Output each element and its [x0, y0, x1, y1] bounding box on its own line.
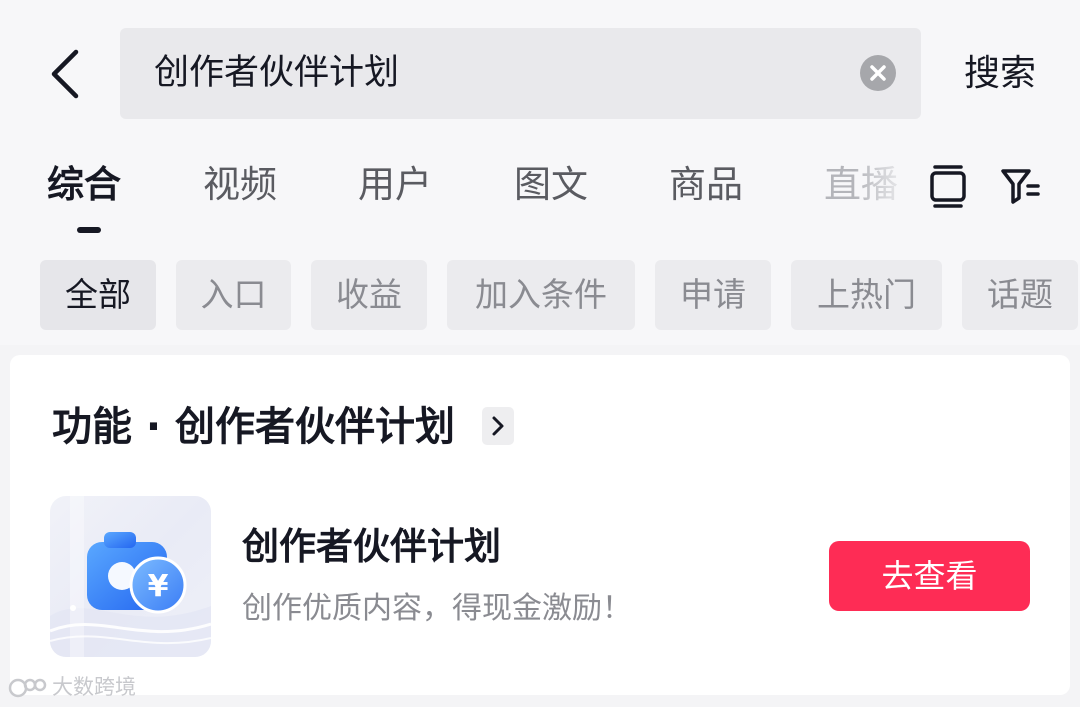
chip-join-requirements[interactable]: 加入条件 — [447, 260, 635, 330]
chevron-right-icon — [492, 416, 504, 436]
chip-apply[interactable]: 申请 — [655, 260, 771, 330]
back-button[interactable] — [40, 44, 96, 104]
layout-toggle-button[interactable] — [926, 162, 970, 210]
section-more-button[interactable] — [482, 407, 514, 445]
chip-topics[interactable]: 话题 — [962, 260, 1078, 330]
search-box[interactable] — [120, 28, 921, 119]
close-icon — [870, 65, 886, 81]
search-input[interactable] — [154, 28, 834, 119]
tab-image-text[interactable]: 图文 — [514, 158, 588, 212]
section-title[interactable]: 功能 · 创作者伙伴计划 — [52, 399, 455, 455]
chip-all[interactable]: 全部 — [40, 260, 156, 330]
clear-search-button[interactable] — [860, 55, 896, 91]
creator-program-app-icon[interactable]: ¥ — [50, 496, 211, 657]
item-name[interactable]: 创作者伙伴计划 — [242, 521, 501, 573]
tab-videos[interactable]: 视频 — [203, 158, 277, 212]
result-tabs: 综合 视频 用户 图文 商品 直播 — [0, 135, 1080, 245]
chevron-left-icon — [51, 49, 79, 99]
search-header: 搜索 — [0, 0, 1080, 135]
search-submit-button[interactable]: 搜索 — [950, 44, 1050, 104]
filter-chips: 全部 入口 收益 加入条件 申请 上热门 话题 — [0, 245, 1080, 345]
view-button[interactable]: 去查看 — [829, 541, 1030, 611]
watermark-text: 大数跨境 — [52, 675, 136, 699]
svg-text:¥: ¥ — [148, 569, 169, 604]
chip-entrance[interactable]: 入口 — [176, 260, 291, 330]
layout-toggle-icon — [930, 165, 966, 208]
watermark: 大数跨境 — [8, 670, 136, 704]
tab-all[interactable]: 综合 — [47, 158, 121, 212]
camera-coin-icon: ¥ — [50, 496, 211, 657]
tab-users[interactable]: 用户 — [358, 158, 432, 212]
chip-earnings[interactable]: 收益 — [311, 260, 427, 330]
filter-button[interactable] — [998, 162, 1042, 210]
filter-icon — [1001, 169, 1040, 204]
item-description: 创作优质内容，得现金激励！ — [242, 591, 632, 626]
active-tab-indicator — [77, 227, 101, 233]
watermark-logo-icon — [8, 678, 47, 698]
chip-trending[interactable]: 上热门 — [791, 260, 942, 330]
feature-result-card: 功能 · 创作者伙伴计划 ¥ 创作者伙伴计划 创作优质内容，得现金激励！ 去查看 — [10, 355, 1070, 695]
tabs-fade-overlay — [855, 145, 915, 225]
tab-products[interactable]: 商品 — [669, 158, 743, 212]
